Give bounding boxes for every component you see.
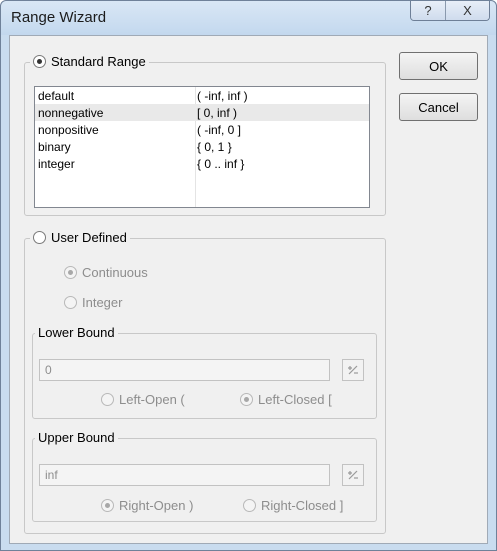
right-closed-radio[interactable]: [243, 499, 256, 512]
lower-bound-title: Lower Bound: [35, 325, 118, 340]
integer-option[interactable]: Integer: [64, 295, 122, 310]
lower-bound-picker-button[interactable]: [342, 359, 364, 381]
row-name: nonnegative: [38, 106, 104, 120]
standard-range-label: Standard Range: [51, 54, 146, 69]
lower-bound-value: 0: [45, 363, 52, 377]
upper-bound-input[interactable]: inf: [39, 464, 330, 486]
lower-bound-label: Lower Bound: [38, 325, 115, 340]
title-bar: Range Wizard ? X: [1, 1, 496, 35]
help-icon: ?: [424, 3, 432, 18]
row-range: { 0 .. inf }: [197, 157, 245, 171]
calculator-picker-icon: [348, 365, 358, 375]
continuous-radio[interactable]: [64, 266, 77, 279]
cancel-button-label: Cancel: [418, 99, 459, 115]
right-closed-option[interactable]: Right-Closed ]: [243, 498, 343, 513]
user-defined-radio[interactable]: [33, 231, 46, 244]
row-range: ( -inf, inf ): [197, 89, 248, 103]
upper-bound-value: inf: [45, 468, 58, 482]
user-defined-option[interactable]: User Defined: [30, 230, 130, 245]
list-row-integer[interactable]: integer { 0 .. inf }: [35, 155, 369, 172]
close-icon: X: [463, 3, 472, 18]
user-defined-label: User Defined: [51, 230, 127, 245]
row-name: binary: [38, 140, 71, 154]
left-open-label: Left-Open (: [119, 392, 185, 407]
upper-bound-label: Upper Bound: [38, 430, 115, 445]
standard-range-group: Standard Range default ( -inf, inf ) non…: [24, 54, 386, 216]
left-closed-option[interactable]: Left-Closed [: [240, 392, 332, 407]
row-range: ( -inf, 0 ]: [197, 123, 242, 137]
left-closed-label: Left-Closed [: [258, 392, 332, 407]
list-row-nonpositive[interactable]: nonpositive ( -inf, 0 ]: [35, 121, 369, 138]
list-row-nonnegative[interactable]: nonnegative [ 0, inf ): [35, 104, 369, 121]
list-row-default[interactable]: default ( -inf, inf ): [35, 87, 369, 104]
standard-range-radio[interactable]: [33, 55, 46, 68]
row-name: nonpositive: [38, 123, 99, 137]
right-closed-label: Right-Closed ]: [261, 498, 344, 513]
lower-bound-input[interactable]: 0: [39, 359, 330, 381]
list-row-binary[interactable]: binary { 0, 1 }: [35, 138, 369, 155]
left-open-option[interactable]: Left-Open (: [101, 392, 185, 407]
row-name: integer: [38, 157, 75, 171]
ok-button[interactable]: OK: [399, 52, 478, 80]
calculator-picker-icon: [348, 470, 358, 480]
window-title: Range Wizard: [11, 9, 107, 26]
standard-range-option[interactable]: Standard Range: [30, 54, 149, 69]
right-open-radio[interactable]: [101, 499, 114, 512]
lower-bound-group: Lower Bound 0 Left-Open (Left-Closed [: [32, 325, 377, 419]
range-wizard-window: Range Wizard ? X OK Cancel Standard Rang…: [0, 0, 497, 551]
row-range: { 0, 1 }: [197, 140, 232, 154]
integer-radio[interactable]: [64, 296, 77, 309]
upper-bound-group: Upper Bound inf Right-Open ) Right-Close…: [32, 430, 377, 522]
title-bar-buttons: ? X: [410, 1, 490, 21]
help-button[interactable]: ?: [411, 1, 445, 20]
left-open-radio[interactable]: [101, 393, 114, 406]
upper-bound-title: Upper Bound: [35, 430, 118, 445]
continuous-option[interactable]: Continuous: [64, 265, 148, 280]
row-range: [ 0, inf ): [197, 106, 238, 120]
integer-label: Integer: [82, 295, 123, 310]
dialog-body: OK Cancel Standard Range default ( -inf,…: [9, 35, 488, 544]
left-closed-radio[interactable]: [240, 393, 253, 406]
user-defined-group: User Defined Continuous Integer Lower Bo…: [24, 230, 386, 534]
right-open-option[interactable]: Right-Open ): [101, 498, 193, 513]
cancel-button[interactable]: Cancel: [399, 93, 478, 121]
close-button[interactable]: X: [445, 1, 489, 20]
standard-range-list[interactable]: default ( -inf, inf ) nonnegative [ 0, i…: [34, 86, 370, 208]
row-name: default: [38, 89, 75, 103]
right-open-label: Right-Open ): [119, 498, 194, 513]
ok-button-label: OK: [429, 58, 448, 74]
continuous-label: Continuous: [82, 265, 148, 280]
upper-bound-picker-button[interactable]: [342, 464, 364, 486]
